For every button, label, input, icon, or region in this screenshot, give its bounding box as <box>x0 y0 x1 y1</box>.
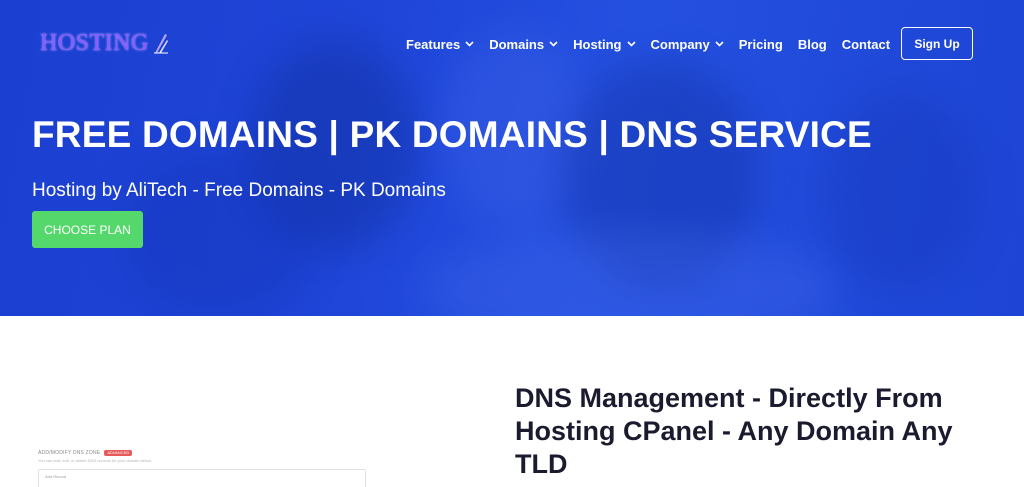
hero-banner: HOSTING Features Domains Hosting Company… <box>0 0 1024 316</box>
nav-item-company[interactable]: Company <box>651 37 724 52</box>
screenshot-box-label: Add Record <box>45 474 67 479</box>
logo-text: HOSTING <box>40 30 149 56</box>
nav-item-label: Contact <box>841 36 891 52</box>
main-navigation: Features Domains Hosting Company Pricing… <box>406 34 905 54</box>
nav-item-domains[interactable]: Domains <box>489 37 558 52</box>
nav-item-label: Company <box>650 36 710 52</box>
dns-management-heading: DNS Management - Directly From Hosting C… <box>515 383 953 479</box>
nav-item-blog[interactable]: Blog <box>798 37 827 52</box>
hero-title: FREE DOMAINS | PK DOMAINS | DNS SERVICE <box>32 114 872 155</box>
logo-mark-icon <box>153 34 168 54</box>
hero-subtitle: Hosting by AliTech - Free Domains - PK D… <box>32 180 446 201</box>
nav-item-features[interactable]: Features <box>406 37 474 52</box>
screenshot-subtext: You can add, edit, or delete DNS records… <box>38 458 152 463</box>
background-photo-blur <box>120 150 320 316</box>
nav-item-pricing[interactable]: Pricing <box>739 37 783 52</box>
background-photo-blur <box>420 230 840 316</box>
screenshot-header: ADD/MODIFY DNS ZONE ADVANCED <box>38 449 368 457</box>
sign-up-button[interactable]: Sign Up <box>901 27 973 60</box>
nav-item-hosting[interactable]: Hosting <box>573 36 636 52</box>
nav-item-label: Features <box>406 36 461 52</box>
screenshot-title: ADD/MODIFY DNS ZONE <box>38 450 101 456</box>
nav-item-label: Pricing <box>738 36 783 52</box>
screenshot-form-box: Add Record <box>38 469 366 487</box>
dns-zone-screenshot: ADD/MODIFY DNS ZONE ADVANCED You can add… <box>38 449 368 487</box>
nav-item-label: Domains <box>489 36 545 52</box>
chevron-down-icon <box>715 41 724 47</box>
nav-item-contact[interactable]: Contact <box>842 37 890 52</box>
screenshot-badge: ADVANCED <box>104 450 133 456</box>
chevron-down-icon <box>626 41 636 47</box>
nav-item-label: Hosting <box>573 36 622 52</box>
nav-item-label: Blog <box>797 36 827 52</box>
site-logo[interactable]: HOSTING <box>40 30 169 56</box>
chevron-down-icon <box>465 41 474 47</box>
chevron-down-icon <box>549 41 558 47</box>
choose-plan-button[interactable]: CHOOSE PLAN <box>32 211 143 248</box>
